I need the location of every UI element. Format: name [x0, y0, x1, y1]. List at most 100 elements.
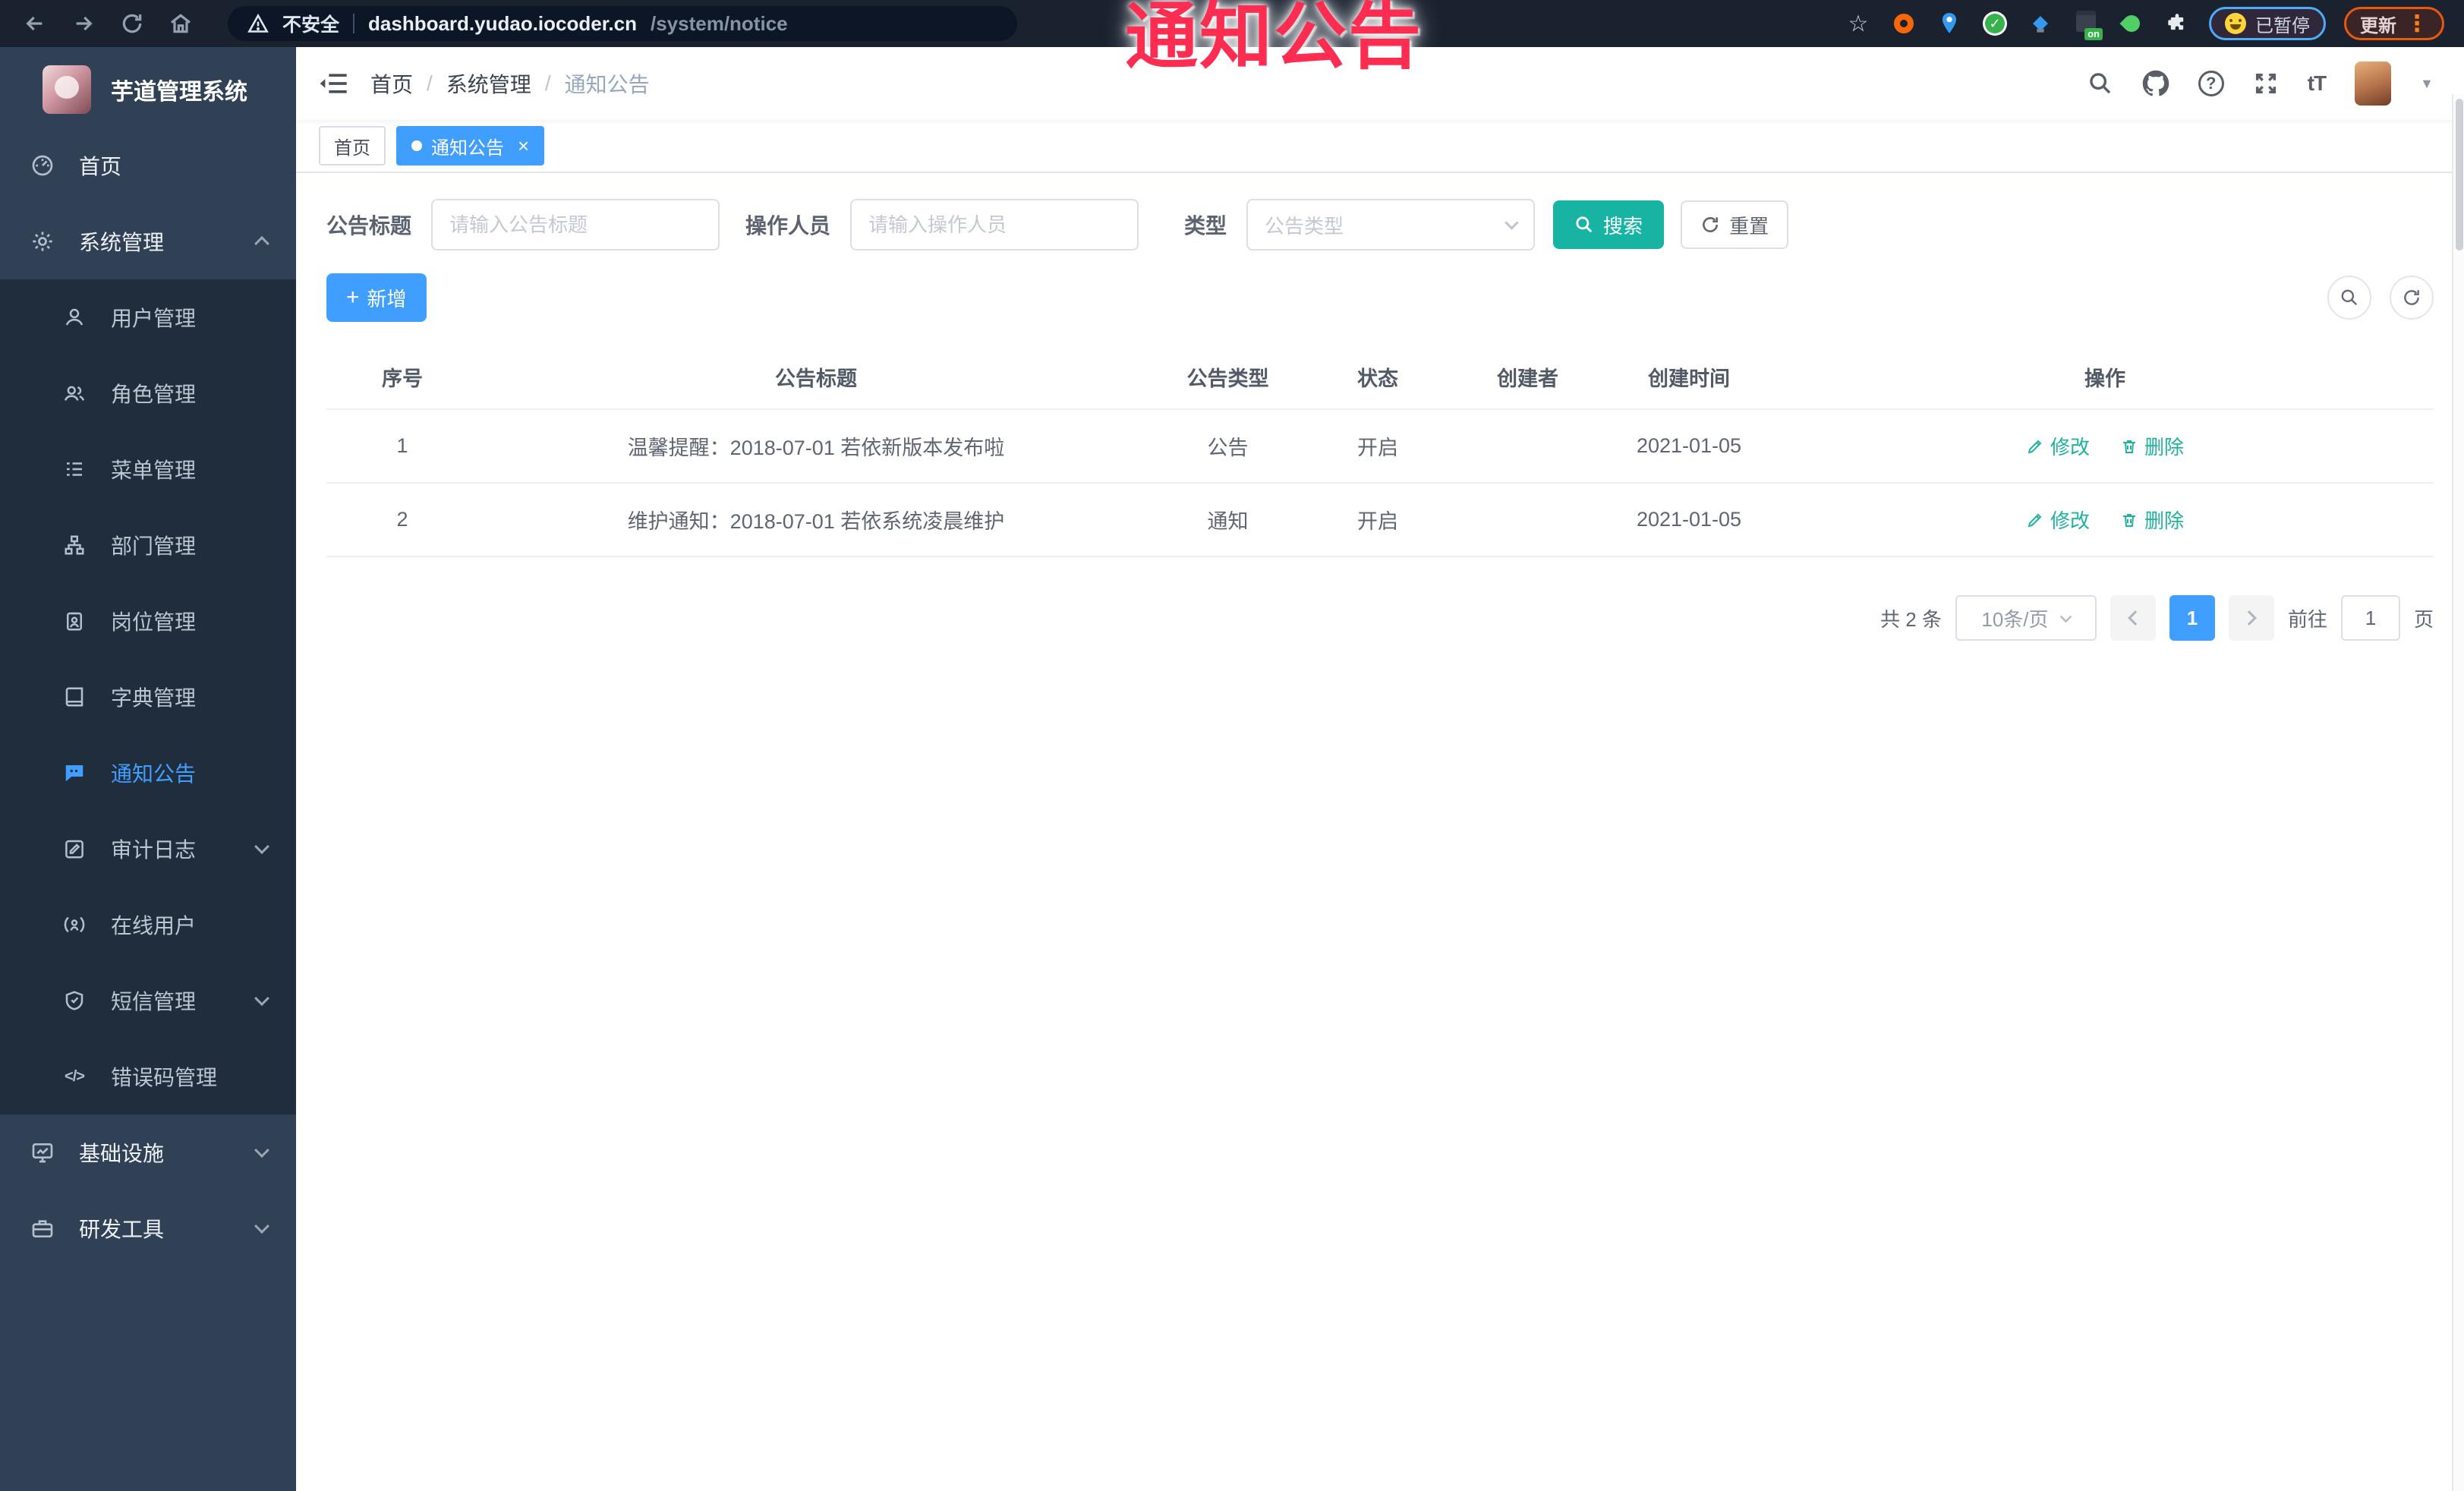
sidebar-toggle-hamburger-icon[interactable] — [319, 71, 349, 96]
browser-forward-button[interactable] — [68, 8, 99, 39]
extension-pin-icon[interactable] — [1936, 10, 1963, 37]
tab-notice[interactable]: 通知公告 × — [396, 126, 545, 165]
search-icon[interactable] — [2087, 71, 2113, 96]
tab-label: 通知公告 — [431, 137, 504, 159]
column-header: 公告标题 — [775, 367, 857, 390]
prev-page-button[interactable] — [2110, 595, 2156, 641]
toolbox-icon — [29, 1216, 56, 1240]
sidebar-item-label: 字典管理 — [111, 686, 197, 710]
active-tab-dot — [411, 140, 422, 151]
refresh-table-button[interactable] — [2390, 276, 2434, 320]
sidebar-item-label: 通知公告 — [111, 762, 197, 786]
sidebar-item-menus[interactable]: 菜单管理 — [0, 431, 296, 507]
org-tree-icon — [61, 534, 88, 556]
next-page-button[interactable] — [2228, 595, 2274, 641]
tab-home[interactable]: 首页 — [319, 126, 386, 165]
app-logo-row[interactable]: 芋道管理系统 — [0, 47, 296, 128]
sidebar-item-audit-log[interactable]: 审计日志 — [0, 811, 296, 887]
extension-diamond-icon[interactable] — [2027, 10, 2054, 37]
sidebar-item-departments[interactable]: 部门管理 — [0, 507, 296, 583]
extension-orange-icon[interactable] — [1890, 10, 1917, 37]
github-icon[interactable] — [2142, 70, 2169, 97]
sidebar-item-system[interactable]: 系统管理 — [0, 203, 296, 279]
breadcrumb-home[interactable]: 首页 — [370, 68, 413, 99]
operator-input[interactable] — [850, 199, 1139, 251]
scrollbar-track[interactable] — [2452, 94, 2464, 1491]
sidebar-item-users[interactable]: 用户管理 — [0, 279, 296, 355]
sidebar-item-infrastructure[interactable]: 基础设施 — [0, 1114, 296, 1190]
search-button[interactable]: 搜索 — [1553, 200, 1665, 249]
sidebar-item-home[interactable]: 首页 — [0, 128, 296, 203]
column-header: 序号 — [382, 367, 423, 390]
browser-menu-kebab-icon[interactable]: ⋮ — [2406, 11, 2428, 37]
main-area: 首页 / 系统管理 / 通知公告 ? tT ▼ 首页 通知公告 × 公告标题 请… — [296, 47, 2464, 1491]
overlay-caption: 通知公告 — [1125, 0, 1423, 77]
sidebar-item-roles[interactable]: 角色管理 — [0, 355, 296, 431]
cell-status: 开启 — [1357, 510, 1398, 533]
toggle-search-button[interactable] — [2327, 276, 2371, 320]
fullscreen-icon[interactable] — [2253, 71, 2279, 96]
type-label: 类型 — [1184, 214, 1227, 238]
sidebar-item-label: 菜单管理 — [111, 459, 197, 482]
sidebar-item-sms[interactable]: 短信管理 — [0, 963, 296, 1039]
add-button[interactable]: + 新增 — [326, 273, 427, 322]
chevron-down-icon — [254, 839, 269, 855]
page-size-select[interactable]: 10条/页 — [1955, 595, 2097, 641]
breadcrumb-system[interactable]: 系统管理 — [446, 68, 531, 99]
browser-home-button[interactable] — [165, 8, 196, 39]
tab-close-icon[interactable]: × — [518, 134, 529, 158]
chevron-down-icon — [254, 1218, 269, 1234]
cell-type: 通知 — [1207, 510, 1249, 533]
breadcrumb: 首页 / 系统管理 / 通知公告 — [370, 68, 650, 99]
chevron-down-icon — [2059, 610, 2072, 623]
cell-created: 2021-01-05 — [1636, 434, 1742, 457]
table-row: 1 温馨提醒：2018-07-01 若依新版本发布啦 公告 开启 2021-01… — [326, 410, 2434, 484]
sidebar-item-notice[interactable]: 通知公告 — [0, 735, 296, 811]
user-avatar[interactable] — [2355, 61, 2392, 106]
emoji-face-icon — [2225, 13, 2246, 34]
table-toolbar: + 新增 — [326, 273, 2434, 322]
edit-button[interactable]: 修改 — [2026, 432, 2090, 460]
user-icon — [61, 306, 88, 329]
url-divider — [353, 14, 355, 33]
delete-button[interactable]: 删除 — [2120, 506, 2184, 534]
extension-leaf-icon[interactable] — [2118, 10, 2145, 37]
current-page-button[interactable]: 1 — [2169, 595, 2215, 641]
extension-on-badge-icon[interactable]: on — [2072, 10, 2103, 40]
sidebar-item-error-codes[interactable]: </> 错误码管理 — [0, 1039, 296, 1114]
profile-paused-badge[interactable]: 已暂停 — [2209, 7, 2326, 40]
delete-button[interactable]: 删除 — [2120, 432, 2184, 460]
sidebar-item-label: 审计日志 — [111, 838, 197, 862]
font-size-icon[interactable]: tT — [2308, 71, 2327, 96]
sidebar-item-label: 部门管理 — [111, 534, 197, 558]
dashboard-icon — [29, 153, 56, 178]
sidebar-item-online-users[interactable]: 在线用户 — [0, 887, 296, 963]
notice-title-input[interactable] — [431, 199, 720, 251]
column-header: 操作 — [2084, 367, 2125, 390]
sidebar-item-devtools[interactable]: 研发工具 — [0, 1190, 296, 1266]
sidebar-item-posts[interactable]: 岗位管理 — [0, 583, 296, 659]
browser-back-button[interactable] — [20, 8, 50, 39]
sidebar-item-dictionary[interactable]: 字典管理 — [0, 659, 296, 735]
reset-button[interactable]: 重置 — [1681, 200, 1789, 249]
goto-page-input[interactable] — [2340, 595, 2400, 641]
tab-label: 首页 — [334, 137, 370, 159]
notice-type-select[interactable]: 公告类型 — [1246, 199, 1536, 251]
plus-icon: + — [346, 285, 360, 310]
address-bar[interactable]: 不安全 dashboard.yudao.iocoder.cn /system/n… — [228, 6, 1017, 41]
edit-button[interactable]: 修改 — [2026, 506, 2090, 534]
extension-green-check-icon[interactable]: ✓ — [1981, 10, 2009, 37]
browser-update-button[interactable]: 更新 ⋮ — [2344, 7, 2444, 40]
cell-title: 维护通知：2018-07-01 若依系统凌晨维护 — [627, 510, 1005, 533]
page-content: 公告标题 操作人员 类型 公告类型 搜索 重置 — [296, 173, 2464, 641]
app-logo — [43, 65, 91, 114]
help-icon[interactable]: ? — [2198, 71, 2224, 96]
avatar-caret-icon[interactable]: ▼ — [2420, 76, 2434, 92]
bookmark-star-icon[interactable]: ☆ — [1845, 10, 1872, 37]
scrollbar-thumb[interactable] — [2456, 99, 2463, 251]
browser-reload-button[interactable] — [117, 8, 147, 39]
breadcrumb-separator: / — [427, 71, 433, 95]
security-warning-icon — [247, 13, 269, 34]
security-label: 不安全 — [282, 14, 340, 36]
extensions-puzzle-icon[interactable] — [2163, 10, 2191, 37]
